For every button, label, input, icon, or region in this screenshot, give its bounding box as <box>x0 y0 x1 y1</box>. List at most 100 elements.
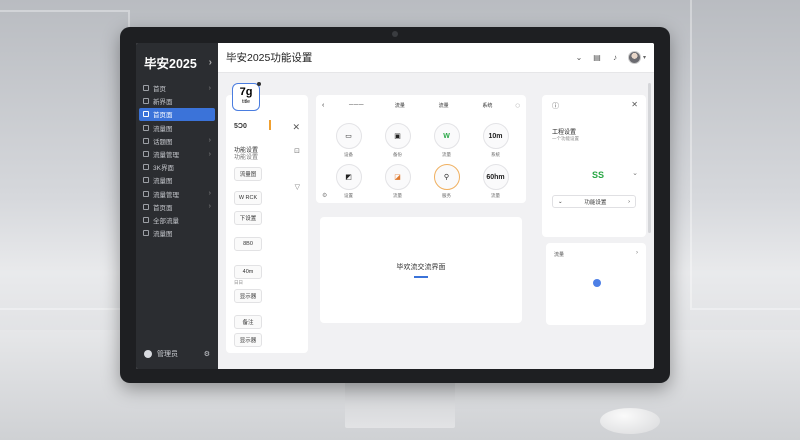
tab[interactable]: 系统 <box>466 102 510 109</box>
screen: 毕安2025 › 首页 › 新界面 首页面 流量图 话题图 › 流量管理 › 3K界面… <box>136 43 654 369</box>
detail-title: 工程设置 <box>552 130 577 136</box>
panel-chip[interactable]: 下设置 <box>234 211 262 225</box>
chevron-right-icon: › <box>208 203 211 211</box>
filter-icon[interactable]: ▽ <box>295 183 300 191</box>
feature-item[interactable]: ◪ 流量 <box>373 164 422 199</box>
status-label: 流量 <box>554 252 565 258</box>
sidebar-item[interactable]: 首页 › <box>139 82 215 94</box>
network-icon: ⚲ <box>433 164 460 190</box>
settings-gear-icon[interactable]: ⚙ <box>204 350 210 358</box>
chevron-right-icon[interactable]: › <box>636 250 638 256</box>
scrollbar[interactable] <box>648 83 651 233</box>
laptop-icon: ◩ <box>335 164 362 190</box>
feature-item[interactable]: ⚲ 服务 <box>422 164 471 199</box>
feature-item[interactable]: ◩ 设置 <box>324 164 373 199</box>
feature-item[interactable]: 10m 系统 <box>471 123 520 158</box>
feature-item[interactable]: ▭ 设备 <box>324 123 373 158</box>
app-logo: 7g title <box>232 82 261 111</box>
menu-icon <box>143 98 149 105</box>
chip-caption: 日日 <box>234 280 243 285</box>
tab[interactable]: 流量 <box>378 102 422 109</box>
menu-icon <box>143 137 149 144</box>
close-icon[interactable]: ✕ <box>292 122 300 133</box>
status-indicator: SS <box>592 170 605 180</box>
menu-icon <box>143 124 149 131</box>
user-name: 管理员 <box>157 351 178 358</box>
chevron-right-icon: › <box>628 198 630 205</box>
highlight-marker <box>269 120 271 130</box>
sidebar-nav: 首页 › 新界面 首页面 流量图 话题图 › 流量管理 › 3K界面 流量图 流量管理… <box>136 82 218 239</box>
content-text: 毕欢流交流界面 <box>396 264 446 272</box>
background-window-frame <box>0 10 130 310</box>
panel-chip[interactable]: 流量图 <box>234 167 262 181</box>
function-settings-button[interactable]: ⌄ 功能设置 › <box>552 195 636 208</box>
panel-chip[interactable]: 显示器 <box>234 289 262 303</box>
speed-icon: 60hm <box>482 164 509 190</box>
feature-item[interactable]: 60hm 流量 <box>471 164 520 199</box>
settings-small-icon[interactable]: ⚙ <box>322 192 327 199</box>
close-icon[interactable]: ✕ <box>631 100 638 109</box>
sidebar-item[interactable]: 全部流量 <box>139 214 215 226</box>
webcam <box>392 31 398 37</box>
status-card: 流量 › <box>546 243 646 325</box>
bell-icon[interactable]: ♪ <box>610 53 620 63</box>
feature-item[interactable]: ▣ 备份 <box>373 123 422 158</box>
brand[interactable]: 毕安2025 › <box>136 43 218 81</box>
left-panel: 7g title 5Ɔ0 ✕ 功能设置 功能设置 ⊡ 流量图 ▽ W RCK 下… <box>226 82 308 353</box>
menu-icon <box>143 216 149 223</box>
sidebar-item[interactable]: 流量管理 › <box>139 188 215 200</box>
lock-icon[interactable]: ⊡ <box>294 147 300 155</box>
chevron-down-icon[interactable]: ⌄ <box>632 169 638 177</box>
tab[interactable]: 一一一 <box>334 102 378 109</box>
sidebar-item[interactable]: 3K界面 <box>139 161 215 173</box>
chevron-down-icon[interactable]: ⌄ <box>574 53 584 63</box>
panel-chip[interactable]: 备注 <box>234 315 262 329</box>
brand-name: 毕安2025 <box>144 56 197 71</box>
sidebar-footer: 管理员 ⚙ <box>144 349 210 359</box>
sidebar-item[interactable]: 流量图 <box>139 122 215 134</box>
panel-line-2: 功能设置 <box>234 155 259 161</box>
clipboard-icon[interactable]: ▤ <box>592 53 602 63</box>
page-title: 毕安2025功能设置 <box>226 52 313 64</box>
panel-chip[interactable]: W RCK <box>234 191 262 205</box>
menu-icon <box>143 164 149 171</box>
feature-grid-card: ‹ 一一一 流量 流量 系统 ◌ ▭ 设备 ▣ 备份 W 流量 10m 系统 ◩ 设置 ◪… <box>316 95 526 203</box>
wifi-icon: W <box>433 123 460 149</box>
feature-item[interactable]: W 流量 <box>422 123 471 158</box>
sidebar-item[interactable]: 流量管理 › <box>139 148 215 160</box>
detail-subtitle: 一个功能设置 <box>552 136 579 141</box>
collapse-chevron-icon[interactable]: › <box>209 57 212 68</box>
tab[interactable]: 流量 <box>422 102 466 109</box>
loading-indicator <box>414 276 428 278</box>
menu-icon <box>143 111 149 118</box>
display-icon: ▣ <box>384 123 411 149</box>
content-card: 毕欢流交流界面 <box>320 217 522 323</box>
sidebar-item[interactable]: 话题图 › <box>139 135 215 147</box>
panel-heading: 5Ɔ0 <box>234 123 247 130</box>
menu-icon <box>143 177 149 184</box>
user-menu[interactable]: 管理员 <box>144 349 178 359</box>
card-tabs: ‹ 一一一 流量 流量 系统 ◌ <box>322 99 520 111</box>
sidebar-item[interactable]: 首页面 › <box>139 201 215 213</box>
sidebar-item[interactable]: 流量图 <box>139 227 215 239</box>
feature-grid: ▭ 设备 ▣ 备份 W 流量 10m 系统 ◩ 设置 ◪ 流量 ⚲ 服务 60hm 流量 <box>324 123 520 199</box>
avatar[interactable] <box>627 51 641 64</box>
sidebar-item-active[interactable]: 首页面 <box>139 108 215 121</box>
chevron-right-icon: › <box>208 137 211 145</box>
panel-chip[interactable]: 显示器 <box>234 333 262 347</box>
back-arrow-icon[interactable]: ‹ <box>322 102 324 109</box>
timer-icon: 10m <box>482 123 509 149</box>
menu-icon <box>143 85 149 92</box>
sidebar-item[interactable]: 新界面 <box>139 95 215 107</box>
sidebar-item[interactable]: 流量图 <box>139 174 215 186</box>
detail-card: ⓘ ✕ 工程设置 一个功能设置 SS ⌄ ⌄ 功能设置 › <box>542 95 646 237</box>
header: 毕安2025功能设置 ⌄ ▤ ♪ ▾ <box>218 43 654 73</box>
image-icon: ◪ <box>384 164 411 190</box>
computer-mouse <box>600 408 660 434</box>
panel-chip[interactable]: 8B0 <box>234 237 262 251</box>
info-icon[interactable]: ⓘ <box>552 101 559 111</box>
refresh-icon[interactable]: ◌ <box>515 101 520 110</box>
avatar-chevron-icon[interactable]: ▾ <box>643 54 646 61</box>
sidebar: 毕安2025 › 首页 › 新界面 首页面 流量图 话题图 › 流量管理 › 3K界面… <box>136 43 218 369</box>
panel-chip[interactable]: 40m <box>234 265 262 279</box>
